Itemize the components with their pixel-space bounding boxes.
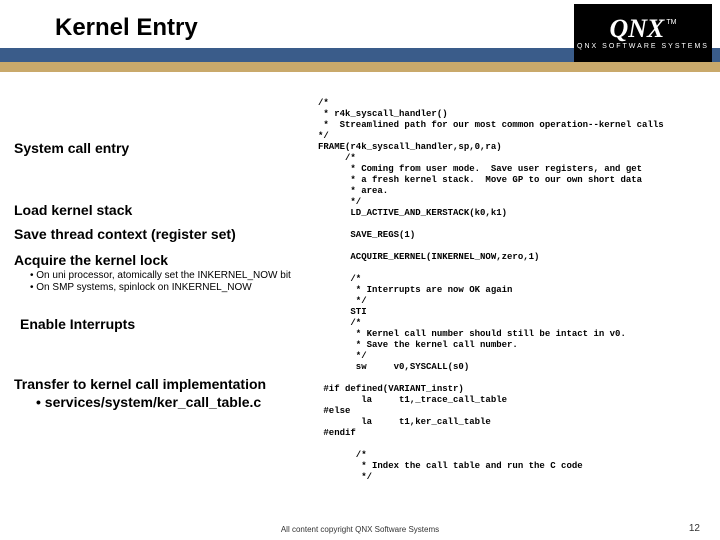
page-number: 12	[689, 523, 700, 534]
slide-header: Kernel Entry QNX TM QNX SOFTWARE SYSTEMS	[0, 0, 720, 62]
item-services: • services/system/ker_call_table.c	[36, 394, 261, 410]
accent-bar	[0, 62, 720, 72]
footer-copyright: All content copyright QNX Software Syste…	[0, 525, 720, 534]
item-syscall-entry: System call entry	[14, 140, 129, 156]
bullet-smp: • On SMP systems, spinlock on INKERNEL_N…	[30, 282, 252, 294]
item-acquire-lock: Acquire the kernel lock	[14, 252, 168, 268]
slide-body: System call entry Load kernel stack Save…	[0, 80, 720, 520]
item-load-stack: Load kernel stack	[14, 202, 132, 218]
qnx-logo: QNX TM QNX SOFTWARE SYSTEMS	[574, 4, 712, 62]
bullet-uni: • On uni processor, atomically set the I…	[30, 270, 291, 282]
item-enable-int: Enable Interrupts	[20, 316, 135, 332]
slide-title: Kernel Entry	[55, 14, 198, 42]
logo-text: QNX	[609, 17, 664, 41]
logo-subtitle: QNX SOFTWARE SYSTEMS	[577, 43, 709, 50]
code-block: /* * r4k_syscall_handler() * Streamlined…	[318, 98, 664, 483]
item-save-context: Save thread context (register set)	[14, 226, 236, 242]
logo-tm: TM	[666, 19, 676, 26]
item-transfer: Transfer to kernel call implementation	[14, 376, 266, 392]
